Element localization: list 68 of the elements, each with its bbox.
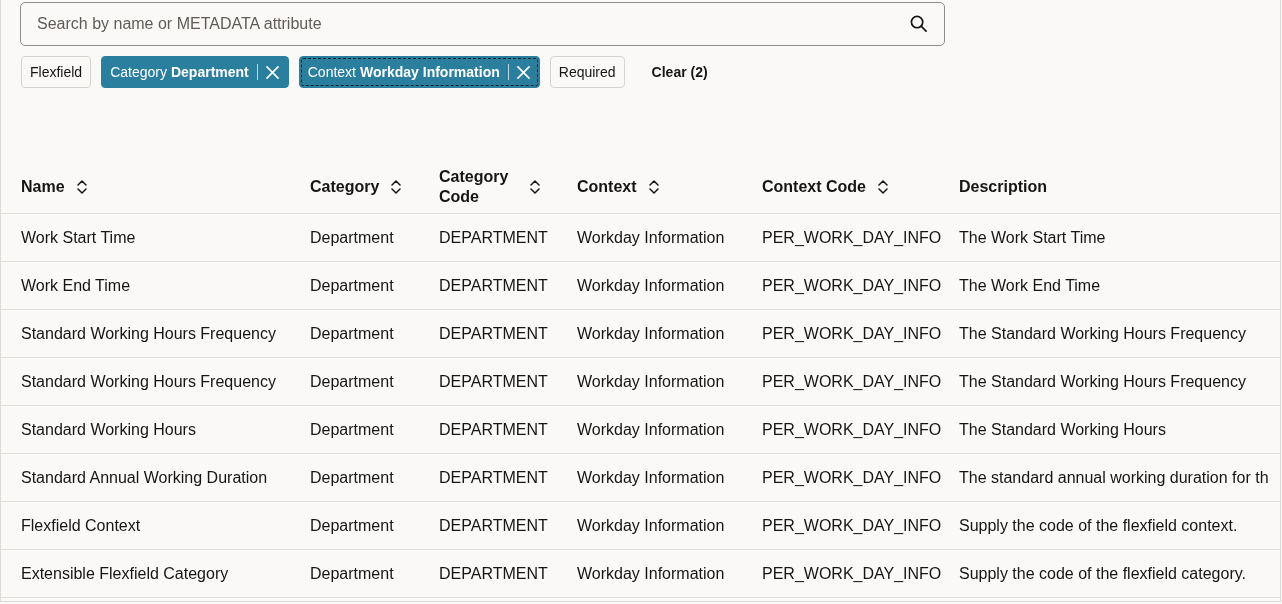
table-cell: The standard annual working duration for th [959, 468, 1269, 486]
search-icon[interactable] [910, 15, 927, 32]
table-cell: Extensible Flexfield Category [21, 564, 229, 582]
table-cell: Department [310, 564, 394, 582]
column-header: Context [577, 176, 637, 197]
table-cell: PER_WORK_DAY_INFO [762, 420, 942, 438]
column-header: Category [310, 176, 380, 197]
table-cell: The Standard Working Hours Frequency [959, 324, 1246, 342]
table-cell: PER_WORK_DAY_INFO [762, 516, 942, 534]
table-cell: PER_WORK_DAY_INFO [762, 276, 942, 294]
table-cell: Department [310, 276, 394, 294]
table-cell: Flexfield Context [21, 516, 141, 534]
filter-chip[interactable]: Context Workday Information [298, 56, 540, 88]
table-cell: Standard Annual Working Duration [21, 468, 268, 486]
table-cell: DEPARTMENT [439, 276, 548, 294]
sort-icon[interactable] [878, 179, 888, 194]
table-cell: PER_WORK_DAY_INFO [762, 324, 942, 342]
close-icon[interactable] [265, 65, 279, 79]
table-cell: Department [310, 420, 394, 438]
table-cell: The Standard Working Hours Frequency [959, 372, 1246, 390]
sort-icon[interactable] [530, 179, 540, 194]
sort-icon[interactable] [648, 179, 659, 194]
table-cell: Workday Information [577, 276, 725, 294]
table-cell: PER_WORK_DAY_INFO [762, 468, 942, 486]
table-cell: Supply the code of the flexfield category. [959, 564, 1246, 582]
table-cell: Workday Information [577, 516, 725, 534]
table-cell: Supply the code of the flexfield context. [959, 516, 1238, 534]
table-cell: Workday Information [577, 420, 725, 438]
column-header: Category Code [439, 166, 510, 207]
table-cell: DEPARTMENT [439, 324, 548, 342]
table-cell: Work End Time [21, 276, 131, 294]
table-cell: Workday Information [577, 468, 725, 486]
table-cell: Department [310, 516, 394, 534]
table-cell: Work Start Time [21, 228, 136, 246]
table-cell: The Work Start Time [959, 228, 1106, 246]
table-cell: DEPARTMENT [439, 372, 548, 390]
table-cell: DEPARTMENT [439, 420, 548, 438]
table-cell: PER_WORK_DAY_INFO [762, 564, 942, 582]
table-cell: The Standard Working Hours [959, 420, 1166, 438]
table-cell: PER_WORK_DAY_INFO [762, 372, 942, 390]
filter-chip[interactable]: Category Department [101, 56, 289, 88]
close-icon[interactable] [516, 65, 530, 79]
table-cell: Department [310, 324, 394, 342]
table-cell: Workday Information [577, 324, 725, 342]
table-cell: Workday Information [577, 228, 725, 246]
table-cell: DEPARTMENT [439, 468, 548, 486]
column-header: Description [959, 176, 1047, 197]
table-cell: Department [310, 372, 394, 390]
filter-chip[interactable]: Required [549, 56, 625, 88]
table-cell: Workday Information [577, 372, 725, 390]
table-cell: DEPARTMENT [439, 564, 548, 582]
table-cell: Standard Working Hours Frequency [21, 324, 276, 342]
table-cell: Department [310, 228, 394, 246]
filter-chip[interactable]: Flexfield [21, 56, 92, 88]
clear-button[interactable]: Clear (2) [651, 61, 708, 83]
column-header: Context Code [762, 176, 866, 197]
table-cell: Workday Information [577, 564, 725, 582]
search-field[interactable]: Search by name or METADATA attribute [20, 2, 945, 46]
table-cell: Department [310, 468, 394, 486]
table-cell: Standard Working Hours Frequency [21, 372, 276, 390]
table-cell: Standard Working Hours [21, 420, 196, 438]
sort-icon[interactable] [76, 179, 87, 194]
table-cell: DEPARTMENT [439, 516, 548, 534]
table-cell: DEPARTMENT [439, 228, 548, 246]
column-header: Name [21, 176, 65, 197]
sort-icon[interactable] [391, 179, 402, 194]
table-cell: PER_WORK_DAY_INFO [762, 228, 942, 246]
table-cell: The Work End Time [959, 276, 1101, 294]
